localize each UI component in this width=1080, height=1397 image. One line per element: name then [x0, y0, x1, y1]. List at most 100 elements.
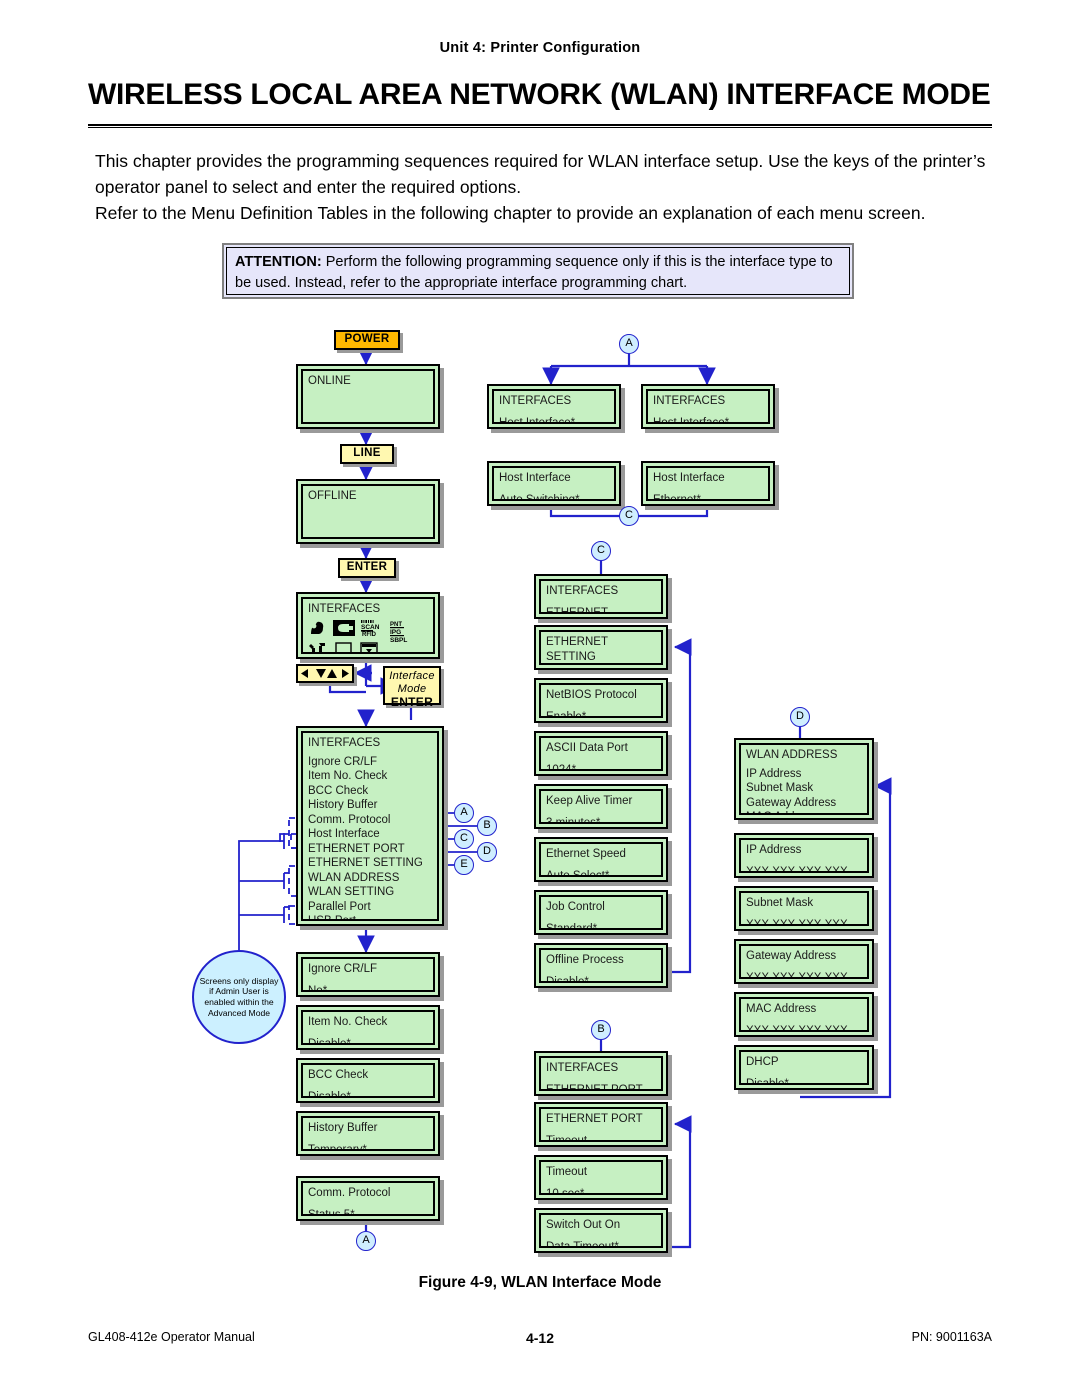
screen-host-b-right: Host Interface Ethernet* [641, 461, 775, 506]
menu-item-history-buffer: History Buffer [308, 799, 378, 811]
screen-interfaces-icons-title: INTERFACES [308, 603, 381, 615]
screen-right-5-line1: DHCP [746, 1056, 779, 1068]
admin-mode-note-text: Screens only display if Admin User is en… [199, 975, 279, 1018]
screen-mid-6: Ethernet Speed Auto Select* [534, 837, 668, 882]
page-icon [333, 642, 355, 652]
screen-mid-3: NetBIOS Protocol Enable* [534, 678, 668, 723]
screen-interfaces-icons: INTERFACES SCAN RFID PNT IPG SBPL [296, 592, 440, 659]
screen-online-line1: ONLINE [308, 375, 351, 387]
wrench-hammer-icon [308, 642, 328, 652]
screen-interfaces-menu-title: INTERFACES [308, 737, 381, 749]
footer-right: PN: 9001163A [911, 1330, 992, 1344]
menu-item-item-no-check: Item No. Check [308, 770, 388, 782]
screen-right-2-line2: XXX.XXX.XXX.XXX [746, 918, 848, 926]
screen-midb-1-line1: INTERFACES [546, 1062, 619, 1074]
screen-mid-4-line2: 1024* [546, 763, 577, 771]
screen-left-5-line2: Status 5* [308, 1208, 355, 1216]
screen-mid-8: Offline Process Disable* [534, 943, 668, 988]
screen-host-b-right-line1: Host Interface [653, 472, 725, 484]
screen-host-a-left-line1: INTERFACES [499, 395, 572, 407]
screen-left-2-line1: Item No. Check [308, 1016, 388, 1028]
menu-item-comm-protocol: Comm. Protocol [308, 813, 391, 826]
screen-mid-7: Job Control Standard* [534, 890, 668, 935]
screen-mid-7-line1: Job Control [546, 901, 605, 913]
intro-paragraph-1: This chapter provides the programming se… [95, 151, 986, 197]
connector-circle-e-legend: E [454, 855, 474, 875]
screen-midb-1: INTERFACES ETHERNET PORT [534, 1051, 668, 1096]
screen-offline-line1: OFFLINE [308, 490, 357, 502]
svg-text:RFID: RFID [362, 632, 377, 636]
menu-item-wlan-address: WLAN ADDRESS [308, 871, 400, 884]
screen-right-1-line2: XXX.XXX.XXX.XXX [746, 865, 848, 873]
screen-midb-4-line1: Switch Out On [546, 1219, 621, 1231]
interface-mode-line3: ENTER [390, 695, 434, 709]
screen-host-a-right-line2: Host Interface* [653, 416, 730, 424]
screen-midb-3: Timeout 10 sec* [534, 1155, 668, 1200]
attention-text: Perform the following programming sequen… [235, 254, 833, 291]
interface-mode-enter-key[interactable]: Interface Mode ENTER [383, 666, 441, 709]
wlan-item-subnet-mask: Subnet Mask [746, 782, 814, 794]
screen-left-1: Ignore CR/LF No* [296, 952, 440, 997]
screen-mid-1-line1: INTERFACES [546, 585, 619, 597]
screen-mid-4-line1: ASCII Data Port [546, 742, 628, 754]
page-download-icon [360, 642, 384, 652]
screen-mid-5-line2: 3 minutes* [546, 816, 601, 824]
scan-rfid-icon: SCAN RFID [360, 619, 384, 641]
screen-midb-3-line2: 10 sec* [546, 1187, 585, 1195]
screen-left-4-line1: History Buffer [308, 1122, 378, 1134]
enter-key[interactable]: ENTER [338, 558, 396, 578]
screen-right-3: Gateway Address XXX.XXX.XXX.XXX [734, 939, 874, 984]
screen-host-b-left-line2: Auto Switching* [499, 493, 580, 501]
screen-midb-2-line2: Timeout [546, 1134, 588, 1142]
pnt-ipg-sbpl-icon: PNT IPG SBPL [389, 620, 411, 649]
icon-col-2 [333, 619, 355, 652]
screen-mid-1: INTERFACES ETHERNET SETTING [534, 574, 668, 619]
screen-mid-3-line2: Enable* [546, 710, 587, 718]
screen-left-2-line2: Disable* [308, 1037, 351, 1045]
screen-interfaces-menu: INTERFACES Ignore CR/LF Item No. Check B… [296, 726, 444, 926]
menu-item-ethernet-port: ETHERNET PORT [308, 842, 405, 855]
screen-wlan-address-items: IP Address Subnet Mask Gateway Address M… [746, 767, 862, 814]
screen-midb-4-line2: Data Timeout* [546, 1240, 619, 1248]
screen-left-3-line2: Disable* [308, 1090, 351, 1098]
connector-circle-a-bottom: A [356, 1231, 376, 1251]
attention-box-inner: ATTENTION: Perform the following program… [226, 247, 850, 295]
screen-left-2: Item No. Check Disable* [296, 1005, 440, 1050]
screen-left-4: History Buffer Temporary* [296, 1111, 440, 1156]
svg-text:SBPL: SBPL [390, 637, 407, 644]
screen-host-a-left-line2: Host Interface* [499, 416, 576, 424]
wlan-item-ip-address: IP Address [746, 767, 802, 780]
screen-left-1-line1: Ignore CR/LF [308, 963, 378, 975]
screen-host-a-right: INTERFACES Host Interface* [641, 384, 775, 429]
icon-grid: SCAN RFID PNT IPG SBPL [308, 619, 428, 652]
screen-midb-2-line1: ETHERNET PORT [546, 1113, 643, 1125]
screen-mid-6-line1: Ethernet Speed [546, 848, 626, 860]
screen-midb-4: Switch Out On Data Timeout* [534, 1208, 668, 1253]
screen-wlan-address-title: WLAN ADDRESS [746, 749, 838, 761]
icon-col-3: SCAN RFID [360, 619, 384, 652]
attention-box: ATTENTION: Perform the following program… [222, 243, 854, 299]
screen-left-1-line2: No* [308, 984, 328, 992]
connector-circle-d-legend: D [477, 842, 497, 862]
screen-right-2: Subnet Mask XXX.XXX.XXX.XXX [734, 886, 874, 931]
screen-right-4-line2: XXX.XXX.XXX.XXX [746, 1024, 848, 1032]
screen-left-5-line1: Comm. Protocol [308, 1187, 391, 1199]
line-key[interactable]: LINE [340, 444, 394, 464]
screen-mid-2: ETHERNET SETTING NetBIOS Protocol [534, 625, 668, 670]
screen-right-2-line1: Subnet Mask [746, 897, 814, 909]
screen-mid-8-line1: Offline Process [546, 954, 624, 966]
screen-right-1-line1: IP Address [746, 844, 802, 856]
screen-mid-7-line2: Standard* [546, 922, 598, 930]
power-key[interactable]: POWER [334, 330, 400, 350]
admin-mode-note: Screens only display if Admin User is en… [192, 950, 286, 1044]
screen-left-4-line2: Temporary* [308, 1143, 367, 1151]
screen-interfaces-menu-items: Ignore CR/LF Item No. Check BCC Check Hi… [308, 755, 432, 920]
screen-host-b-right-line2: Ethernet* [653, 493, 701, 501]
screen-mid-6-line2: Auto Select* [546, 869, 610, 877]
menu-item-parallel-port: Parallel Port [308, 900, 371, 913]
screen-right-3-line2: XXX.XXX.XXX.XXX [746, 971, 848, 979]
screen-mid-8-line2: Disable* [546, 975, 589, 983]
screen-right-5: DHCP Disable* [734, 1045, 874, 1090]
arrow-keys-key[interactable] [296, 664, 354, 683]
page-title: WIRELESS LOCAL AREA NETWORK (WLAN) INTER… [88, 78, 991, 111]
